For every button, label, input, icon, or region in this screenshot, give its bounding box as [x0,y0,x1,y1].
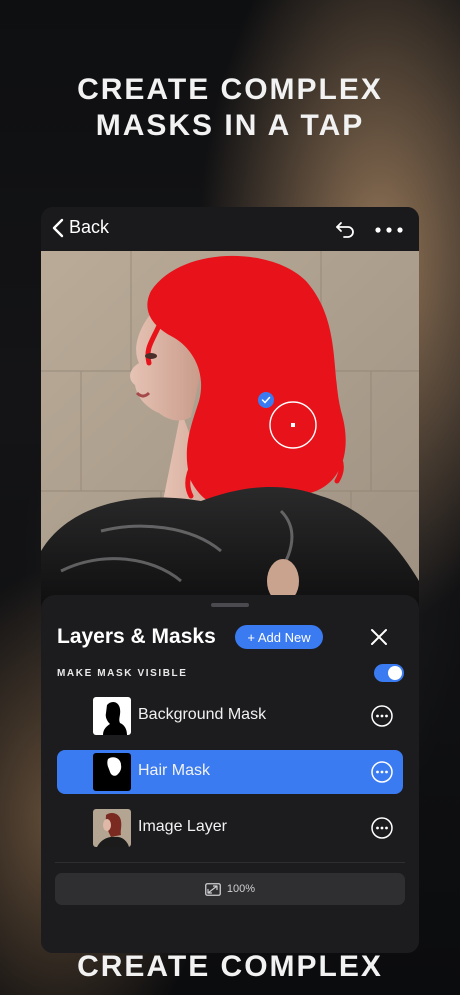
more-horizontal-icon[interactable] [375,227,403,233]
panel-title: Layers & Masks [57,625,216,648]
toggle-knob [388,666,402,680]
layer-row-image-layer[interactable]: Image Layer [57,806,403,850]
layer-label: Hair Mask [138,762,211,779]
more-options-icon[interactable] [371,817,393,839]
zoom-level-label: 100% [226,883,256,895]
more-options-icon[interactable] [371,705,393,727]
headline-line-1: CREATE COMPLEX [77,73,383,106]
panel-divider [55,862,405,863]
headline: CREATE COMPLEX MASKS IN A TAP [0,72,460,144]
footer-headline: CREATE COMPLEX [77,950,383,983]
make-mask-visible-toggle[interactable] [374,664,404,682]
panel-grabber[interactable] [211,603,249,607]
close-icon[interactable] [367,625,391,649]
image-scale-icon [205,882,221,896]
headline-line-2: MASKS IN A TAP [95,109,365,142]
back-label: Back [69,217,110,237]
layer-label: Background Mask [138,706,267,723]
app-screen: Back Layers & Masks + Add New MAKE MASK … [41,207,419,953]
image-layer-thumbnail [93,809,131,847]
chevron-left-icon [52,218,64,237]
make-mask-visible-label: MAKE MASK VISIBLE [57,668,188,679]
layer-row-hair-mask[interactable]: Hair Mask [57,750,403,794]
top-bar: Back [41,207,419,251]
layer-label: Image Layer [138,818,227,835]
photo-canvas[interactable] [41,251,419,611]
layers-masks-panel: Layers & Masks + Add New MAKE MASK VISIB… [41,595,419,953]
back-button[interactable]: Back [51,217,109,238]
background-mask-thumbnail [93,697,131,735]
zoom-control[interactable]: 100% [55,873,405,905]
undo-icon[interactable] [335,218,357,240]
more-options-icon[interactable] [371,761,393,783]
add-new-button[interactable]: + Add New [235,625,323,649]
hair-mask-thumbnail [93,753,131,791]
layer-row-background-mask[interactable]: Background Mask [57,694,403,738]
